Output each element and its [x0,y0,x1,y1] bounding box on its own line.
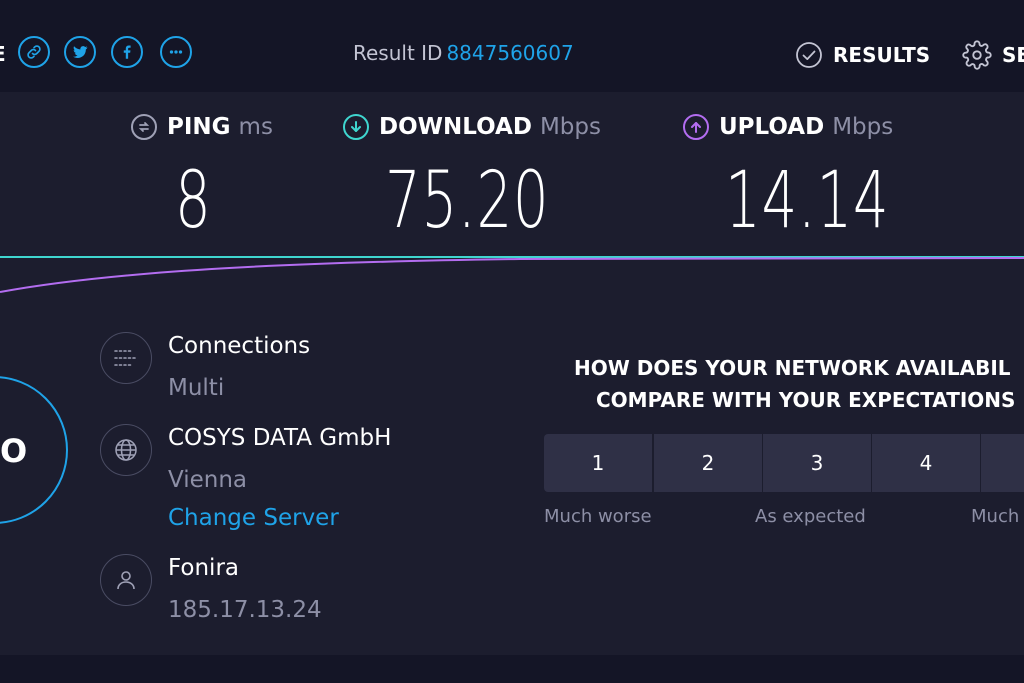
copy-link-icon[interactable] [18,36,50,68]
download-label: DOWNLOAD [379,114,532,140]
server-location: Vienna [168,467,248,493]
scale-label-low: Much worse [544,506,652,527]
ping-unit: ms [238,114,273,140]
more-options-icon[interactable] [160,36,192,68]
connections-icon [100,332,152,384]
upload-metric: UPLOAD Mbps 14.14 [683,114,894,246]
download-value: 75.20 [385,156,550,246]
rating-button-4[interactable]: 4 [872,434,980,492]
ping-label: PING [167,114,231,140]
rating-button-3[interactable]: 3 [763,434,871,492]
provider-ip: 185.17.13.24 [168,597,322,623]
survey-question-line1: HOW DOES YOUR NETWORK AVAILABIL [574,356,1011,380]
user-icon [100,554,152,606]
twitter-icon[interactable] [64,36,96,68]
download-arrow-icon [343,114,369,140]
survey-question-line2: COMPARE WITH YOUR EXPECTATIONS [596,388,1016,412]
ping-value: 8 [175,156,212,246]
upload-graph-line [0,257,1024,293]
gear-icon [962,40,992,70]
check-circle-icon [796,42,822,68]
facebook-icon[interactable] [111,36,143,68]
results-button[interactable]: RESULTS [795,40,930,70]
results-label: RESULTS [833,43,931,67]
rating-scale: 1 2 3 4 [544,434,1024,492]
ping-metric: PING ms 8 [131,114,273,246]
survey-question: HOW DOES YOUR NETWORK AVAILABIL COMPARE … [546,352,1024,416]
scale-label-mid: As expected [755,506,866,527]
upload-unit: Mbps [832,114,894,140]
connections-value: Multi [168,375,225,401]
gauge-label[interactable]: O [0,432,27,470]
settings-label: SE [1002,43,1024,67]
upload-label: UPLOAD [719,114,825,140]
upload-value: 14.14 [725,156,890,246]
rating-button-2[interactable]: 2 [654,434,762,492]
provider-name: Fonira [168,555,239,581]
result-id-value[interactable]: 8847560607 [446,41,573,65]
connections-title: Connections [168,333,311,359]
speed-graph [0,256,1024,293]
globe-icon [100,424,152,476]
download-unit: Mbps [539,114,601,140]
top-bar: E Result ID8847560607 RESULTS [0,0,1024,92]
scale-label-high: Much [971,506,1020,527]
download-metric: DOWNLOAD Mbps 75.20 [343,114,601,246]
result-id: Result ID 8847560607 [353,41,574,65]
server-name: COSYS DATA GmbH [168,425,392,451]
result-id-label: Result ID [353,41,443,65]
rating-button-5[interactable] [981,434,1024,492]
change-server-link[interactable]: Change Server [168,505,339,531]
upload-arrow-icon [683,114,709,140]
bottom-bar [0,655,1024,683]
share-label[interactable]: E [0,46,10,62]
ping-icon [131,114,157,140]
settings-button[interactable]: SE [962,40,1024,70]
rating-button-1[interactable]: 1 [544,434,652,492]
